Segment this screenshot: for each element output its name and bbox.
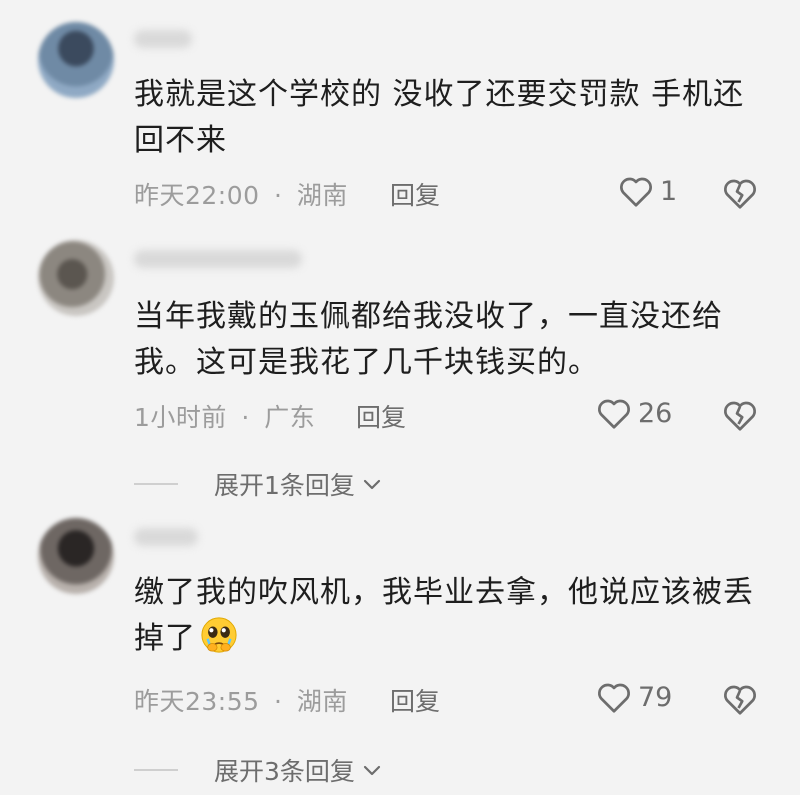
expand-label: 展开1条回复	[214, 471, 355, 500]
heart-outline-icon	[598, 683, 630, 713]
comment-meta: 1小时前 · 广东	[134, 398, 315, 434]
comment-meta: 昨天23:55 · 湖南	[134, 682, 348, 718]
like-button[interactable]: 26	[596, 396, 672, 430]
like-button[interactable]: 1	[618, 174, 677, 208]
expand-label: 展开3条回复	[214, 757, 355, 786]
comment-text: 缴了我的吹风机，我毕业去拿，他说应该被丢掉了	[134, 570, 754, 662]
comment-text: 当年我戴的玉佩都给我没收了，一直没还给我。这可是我花了几千块钱买的。	[134, 299, 723, 380]
avatar[interactable]	[38, 518, 114, 594]
expand-replies-button[interactable]: 展开1条回复	[134, 466, 383, 502]
avatar[interactable]	[38, 240, 114, 316]
broken-heart-icon[interactable]	[722, 176, 758, 210]
comment-location: 湖南	[296, 687, 348, 716]
reply-button[interactable]: 回复	[390, 682, 440, 718]
broken-heart-icon[interactable]	[722, 682, 758, 716]
like-count: 1	[660, 175, 678, 207]
reply-button[interactable]: 回复	[390, 176, 440, 212]
comment-location: 湖南	[296, 181, 348, 210]
expand-divider	[134, 769, 178, 771]
heart-outline-icon	[598, 399, 630, 429]
meta-separator: ·	[241, 403, 250, 432]
like-count: 79	[638, 681, 673, 713]
comment-time: 昨天23:55	[134, 687, 260, 716]
chevron-down-icon	[363, 479, 381, 490]
comment-location: 广东	[264, 403, 316, 432]
chevron-down-icon	[363, 765, 381, 776]
username-blurred[interactable]	[134, 250, 302, 268]
username-blurred[interactable]	[134, 30, 192, 48]
expand-replies-button[interactable]: 展开3条回复	[134, 752, 383, 788]
comment-time: 1小时前	[134, 403, 227, 432]
broken-heart-icon[interactable]	[722, 398, 758, 432]
comment-time: 昨天22:00	[134, 181, 260, 210]
comment-meta: 昨天22:00 · 湖南	[134, 176, 348, 212]
meta-separator: ·	[274, 181, 283, 210]
reply-button[interactable]: 回复	[356, 398, 406, 434]
comment-text: 我就是这个学校的 没收了还要交罚款 手机还回不来	[134, 77, 745, 158]
expand-divider	[134, 483, 178, 485]
pleading-face-emoji	[201, 617, 237, 653]
heart-outline-icon	[620, 177, 652, 207]
meta-separator: ·	[274, 687, 283, 716]
avatar[interactable]	[38, 22, 114, 98]
username-blurred[interactable]	[134, 528, 198, 546]
like-count: 26	[638, 397, 673, 429]
like-button[interactable]: 79	[596, 680, 672, 714]
